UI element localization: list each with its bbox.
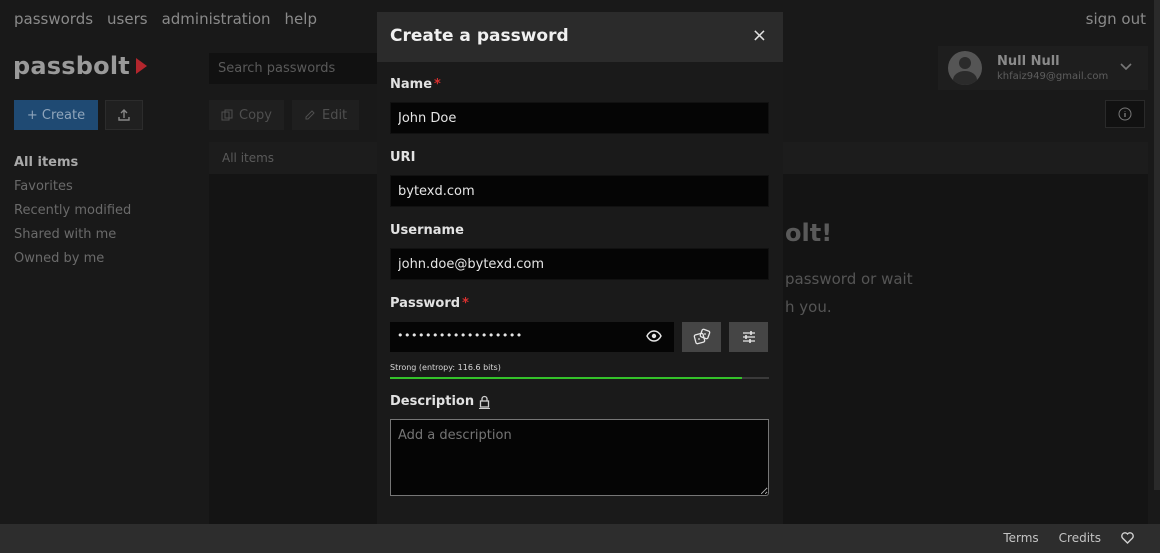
username-label: Username — [390, 223, 464, 238]
password-masked-value: •••••••••••••••••• — [397, 329, 523, 342]
name-label: Name * — [390, 77, 441, 92]
edit-button[interactable]: Edit — [291, 100, 360, 130]
nav-administration[interactable]: administration — [162, 10, 271, 28]
uri-label: URI — [390, 150, 416, 165]
password-generator-settings-button[interactable] — [729, 322, 768, 352]
dice-icon — [693, 328, 710, 345]
password-label-text: Password — [390, 296, 461, 311]
empty-state-title: olt! — [785, 219, 833, 247]
terms-link[interactable]: Terms — [1003, 531, 1038, 545]
required-marker: * — [462, 296, 469, 311]
username-field[interactable] — [390, 248, 769, 280]
sliders-icon — [742, 331, 755, 343]
empty-state-line-1: password or wait — [785, 270, 913, 288]
dialog-header: Create a password × — [377, 12, 783, 62]
password-label: Password * — [390, 296, 469, 311]
upload-button[interactable] — [105, 100, 143, 130]
sidebar-item-recently-modified[interactable]: Recently modified — [14, 199, 131, 223]
copy-button[interactable]: Copy — [209, 100, 284, 130]
footer: Terms Credits — [0, 524, 1160, 553]
sidebar-item-shared-with-me[interactable]: Shared with me — [14, 223, 131, 247]
create-button[interactable]: + Create — [14, 100, 98, 130]
sidebar: All items Favorites Recently modified Sh… — [14, 151, 131, 271]
avatar — [948, 51, 982, 85]
sidebar-item-favorites[interactable]: Favorites — [14, 175, 131, 199]
password-field[interactable]: •••••••••••••••••• — [390, 322, 674, 352]
info-button[interactable] — [1105, 100, 1145, 128]
nav-users[interactable]: users — [107, 10, 148, 28]
heart-icon[interactable] — [1121, 532, 1134, 544]
edit-label: Edit — [321, 107, 348, 123]
sign-out-link[interactable]: sign out — [1086, 10, 1146, 28]
description-field[interactable] — [390, 419, 769, 496]
nav-passwords[interactable]: passwords — [14, 10, 93, 28]
user-name: Null Null — [997, 54, 1060, 69]
user-email: khfaiz949@gmail.com — [997, 71, 1109, 82]
description-label-text: Description — [390, 394, 475, 409]
chevron-down-icon — [1120, 60, 1132, 74]
top-menu: passwords users administration help — [14, 10, 317, 28]
generate-password-button[interactable] — [682, 322, 721, 352]
nav-help[interactable]: help — [285, 10, 317, 28]
credits-link[interactable]: Credits — [1059, 531, 1101, 545]
description-label: Description — [390, 394, 491, 409]
info-icon — [1118, 107, 1132, 121]
logo-text: passbolt — [13, 52, 130, 80]
name-field[interactable] — [390, 102, 769, 134]
dialog-title: Create a password — [390, 26, 569, 46]
sidebar-item-owned-by-me[interactable]: Owned by me — [14, 247, 131, 271]
uri-field[interactable] — [390, 175, 769, 207]
edit-icon — [305, 110, 315, 120]
copy-icon — [221, 109, 233, 121]
user-badge[interactable]: Null Null khfaiz949@gmail.com — [938, 46, 1148, 90]
password-strength-text: Strong (entropy: 116.6 bits) — [390, 363, 501, 372]
password-strength-meter — [390, 377, 769, 379]
close-icon[interactable]: × — [752, 25, 767, 46]
create-password-dialog: Create a password × Name* URI Username P… — [377, 12, 783, 524]
required-marker: * — [434, 77, 441, 92]
empty-state-line-2: h you. — [785, 298, 832, 316]
name-label-text: Name — [390, 77, 433, 92]
password-strength-fill — [390, 377, 743, 379]
copy-label: Copy — [239, 107, 272, 123]
upload-icon — [118, 109, 130, 121]
footer-links: Terms Credits — [1003, 531, 1134, 545]
action-bar: Copy Edit — [209, 100, 360, 130]
logo-mark-icon — [135, 58, 147, 74]
eye-icon[interactable] — [646, 328, 662, 344]
page-scrollbar[interactable] — [1154, 0, 1160, 490]
passbolt-logo: passbolt — [13, 52, 147, 80]
sidebar-item-all-items[interactable]: All items — [14, 151, 131, 175]
search-input[interactable]: Search passwords — [209, 53, 379, 84]
lock-icon[interactable] — [479, 395, 491, 409]
